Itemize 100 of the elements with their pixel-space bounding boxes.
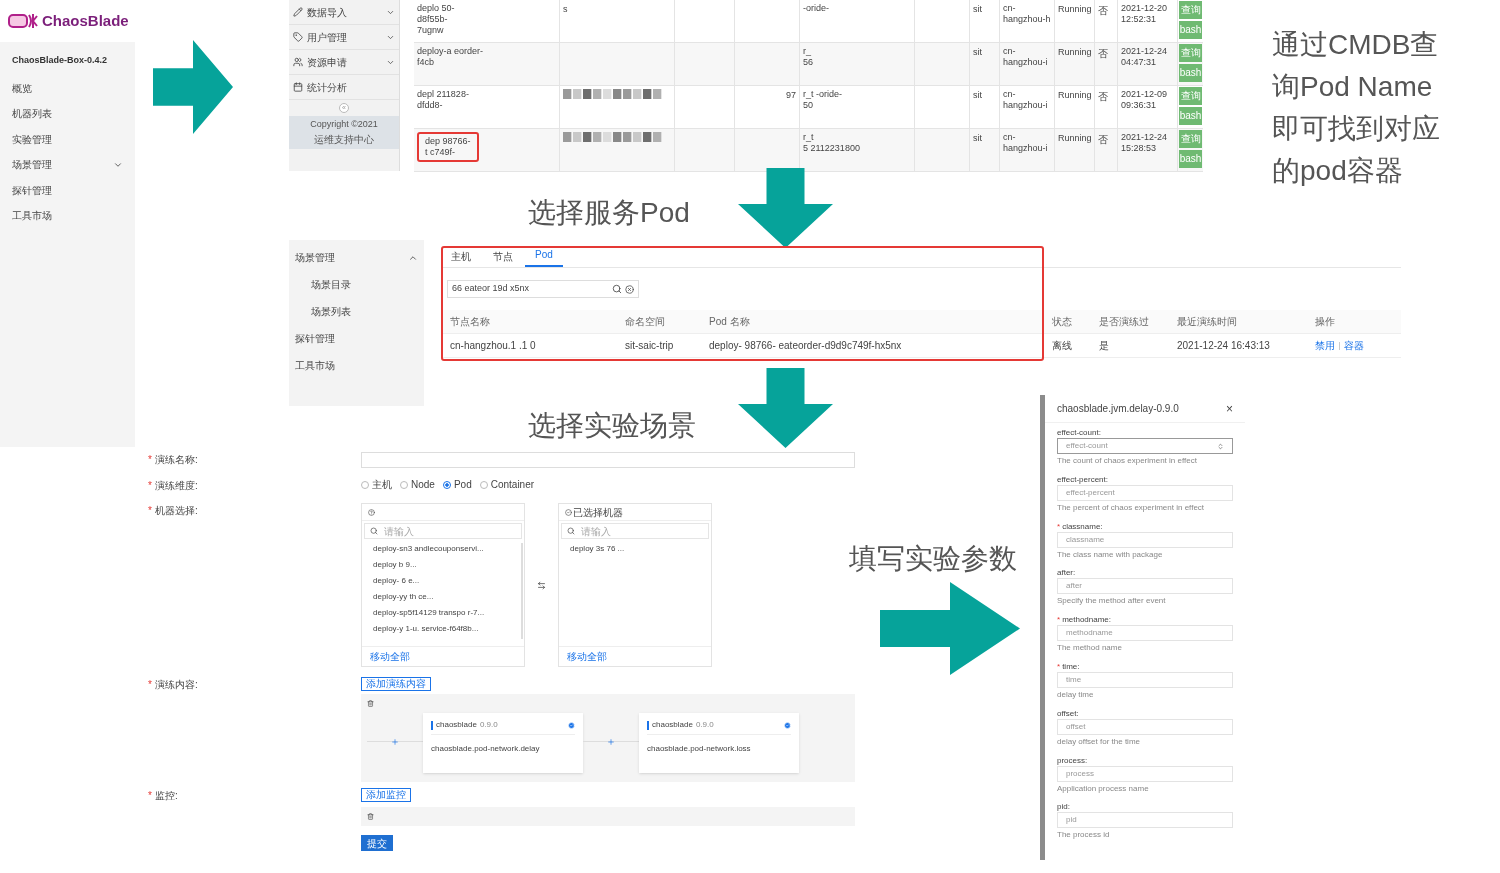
annotation-text: 的pod容器 bbox=[1272, 154, 1404, 188]
menu-item[interactable]: 用户管理 bbox=[289, 25, 399, 50]
list-item[interactable]: deploy b 9... bbox=[373, 557, 524, 573]
form-label: 演练名称: bbox=[154, 452, 198, 467]
spinner-icon[interactable] bbox=[1217, 442, 1224, 450]
submenu-item[interactable]: 场景列表 bbox=[289, 298, 424, 325]
sidebar-item[interactable]: 探针管理 bbox=[0, 177, 135, 203]
drawer-title: chaosblade.jvm.delay-0.9.0 bbox=[1057, 402, 1179, 416]
list-item[interactable]: deploy 3s 76 ... bbox=[570, 541, 711, 557]
table-cell-text: 离线 bbox=[1051, 339, 1073, 353]
move-all-link[interactable]: 移动全部 bbox=[370, 649, 410, 664]
time-cell-text: 2021-12-24 bbox=[1121, 46, 1169, 57]
radio-option[interactable]: 主机 bbox=[361, 479, 392, 491]
flag-cell: 否 bbox=[1098, 48, 1108, 59]
annotation-text: 询Pod Name bbox=[1272, 70, 1434, 104]
field-label: after: bbox=[1057, 567, 1076, 579]
column-header: 节点名称 bbox=[449, 315, 491, 329]
sidebar-item[interactable]: 概览 bbox=[0, 75, 135, 101]
region-cell-text: hangzhou-i bbox=[1003, 143, 1049, 154]
tab[interactable]: 节点 bbox=[483, 249, 523, 267]
radio-option[interactable]: Container bbox=[479, 479, 535, 491]
move-all-link[interactable]: 移动全部 bbox=[567, 649, 607, 664]
field-help: The process id bbox=[1057, 829, 1111, 842]
field-help: delay time bbox=[1057, 689, 1095, 701]
flag-cell: 否 bbox=[1098, 134, 1108, 145]
field-label: effect-percent: bbox=[1057, 473, 1108, 485]
column-header: 命名空间 bbox=[624, 315, 666, 329]
caption-text: 选择服务Pod bbox=[528, 196, 690, 230]
list-item[interactable]: deploy-yy th ce... bbox=[373, 589, 524, 605]
pod-name-cell: deplo 50- d8f55b- 7ugnw bbox=[417, 3, 455, 36]
calendar-icon bbox=[293, 82, 303, 92]
step-card[interactable]: chaosblade 0.9.0 chaosblade.pod-network.loss bbox=[639, 713, 799, 773]
sidebar-item[interactable]: 实验管理 bbox=[0, 126, 135, 152]
sidebar-item[interactable]: 工具市场 bbox=[0, 203, 135, 229]
env-cell: sit bbox=[973, 47, 982, 57]
menu-item[interactable]: 探针管理 bbox=[289, 325, 424, 352]
field-help: The class name with package bbox=[1057, 548, 1164, 561]
pod-name-cell: deploy-a eorder- f4cb bbox=[417, 46, 484, 68]
add-step-icon[interactable] bbox=[607, 737, 615, 746]
tab[interactable]: 主机 bbox=[441, 249, 481, 267]
tab[interactable]: Pod bbox=[525, 247, 563, 267]
status-cell: Running bbox=[1058, 4, 1092, 14]
step-scene: chaosblade.pod-network.loss bbox=[647, 743, 752, 755]
time-cell-text: 2021-12-09 bbox=[1121, 89, 1169, 100]
arrow-icon bbox=[153, 40, 233, 134]
app-version: ChaosBlade-Box-0.4.2 bbox=[11, 54, 109, 67]
step-version: 0.9.0 bbox=[479, 719, 499, 731]
column-header: 状态 bbox=[1051, 315, 1073, 329]
region-cell-text: cn- bbox=[1003, 132, 1017, 143]
region-cell-text: cn- bbox=[1003, 3, 1017, 14]
caption-text: 填写实验参数 bbox=[849, 542, 1017, 576]
column-header: 操作 bbox=[1314, 315, 1336, 329]
flag-cell: 否 bbox=[1098, 91, 1108, 102]
action-link[interactable]: 容器 bbox=[1344, 338, 1364, 353]
menu-item[interactable]: 数据导入 bbox=[289, 0, 399, 25]
step-tool: chaosblade bbox=[436, 719, 477, 731]
form-label: 演练内容: bbox=[154, 677, 198, 692]
action-link[interactable]: 禁用 bbox=[1315, 338, 1335, 353]
submenu-item[interactable]: 场景目录 bbox=[289, 271, 424, 298]
list-item[interactable]: deploy-sp5f14129 transpo r-7... bbox=[373, 605, 524, 621]
submit-button[interactable]: 提交 bbox=[361, 835, 393, 851]
pod-name-cell: depl 211828- dfdd8- bbox=[417, 89, 469, 111]
add-monitor-button[interactable]: 添加监控 bbox=[361, 788, 411, 802]
table-cell-text: 是 bbox=[1098, 339, 1110, 353]
required-mark: * bbox=[1057, 661, 1061, 672]
menu-item[interactable]: 场景管理 bbox=[289, 244, 424, 271]
add-content-button[interactable]: 添加演练内容 bbox=[361, 677, 431, 691]
table-cell-text: 56 bbox=[803, 57, 814, 68]
radio-option[interactable]: Node bbox=[400, 479, 435, 491]
field-label: methodname: bbox=[1062, 614, 1112, 626]
status-cell: Running bbox=[1058, 133, 1092, 143]
field-label: effect-count: bbox=[1057, 427, 1101, 438]
menu-item[interactable]: 工具市场 bbox=[289, 352, 424, 379]
add-step-icon[interactable] bbox=[391, 737, 399, 746]
field-help: Application process name bbox=[1057, 782, 1150, 795]
sidebar-item[interactable]: 机器列表 bbox=[0, 101, 135, 127]
list-item[interactable]: deploy-y 1-u. service-f64f8b... bbox=[373, 621, 524, 637]
list-item[interactable]: deploy-sn3 andlecouponservi... bbox=[373, 541, 524, 557]
required-mark: * bbox=[1057, 614, 1061, 626]
step-card[interactable]: chaosblade 0.9.0 chaosblade.pod-network.delay bbox=[423, 713, 583, 773]
env-cell: sit bbox=[973, 133, 982, 143]
column-header: 最近演练时间 bbox=[1176, 315, 1238, 329]
field-label: pid: bbox=[1057, 801, 1070, 813]
input-field[interactable] bbox=[361, 452, 855, 468]
table-cell-text: r_ bbox=[803, 46, 812, 57]
close-button[interactable]: × bbox=[1226, 402, 1233, 415]
sidebar-item[interactable]: 场景管理 bbox=[0, 152, 135, 178]
region-cell: hangzhou-h bbox=[1003, 14, 1051, 25]
field-help: The count of chaos experiment in effect bbox=[1057, 455, 1198, 467]
search-field[interactable]: 66 eateor 19d x5nx bbox=[447, 280, 639, 298]
radio-option[interactable]: Pod bbox=[442, 479, 472, 491]
field-label: offset: bbox=[1057, 707, 1079, 719]
table-cell-text: cn-hangzhou.1 .1 0 bbox=[449, 339, 537, 353]
table-cell-text: 2021-12-24 16:43:13 bbox=[1176, 339, 1271, 353]
menu-item[interactable]: 资源申请 bbox=[289, 50, 399, 75]
time-cell-text: 09:36:31 bbox=[1121, 100, 1158, 111]
menu-item[interactable]: 统计分析 bbox=[289, 75, 399, 100]
status-cell: Running bbox=[1058, 90, 1092, 100]
list-item[interactable]: deploy- 6 e... bbox=[373, 573, 524, 589]
required-mark: * bbox=[1057, 520, 1061, 532]
